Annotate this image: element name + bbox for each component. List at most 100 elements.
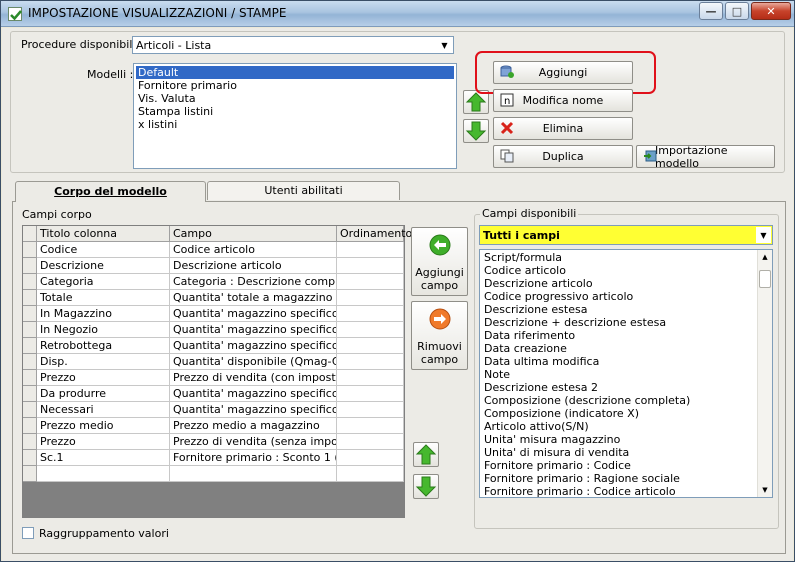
delete-model-button[interactable]: Elimina <box>493 117 633 140</box>
close-button[interactable]: ✕ <box>751 2 791 20</box>
table-cell[interactable]: Codice articolo <box>170 242 337 258</box>
list-item[interactable]: Descrizione articolo <box>482 277 595 290</box>
table-cell[interactable] <box>337 418 404 434</box>
table-cell[interactable]: Fornitore primario : Sconto 1 (pe... <box>170 450 337 466</box>
table-cell[interactable]: Necessari <box>37 402 170 418</box>
table-cell[interactable]: Categoria : Descrizione complet... <box>170 274 337 290</box>
table-cell[interactable] <box>337 306 404 322</box>
row-header[interactable] <box>23 274 37 290</box>
import-model-button[interactable]: Importazione modello <box>636 144 775 170</box>
table-cell[interactable]: Prezzo medio a magazzino <box>170 418 337 434</box>
column-header-campo[interactable]: Campo <box>170 226 337 242</box>
table-cell[interactable] <box>337 450 404 466</box>
list-item[interactable]: Unita' misura magazzino <box>482 433 622 446</box>
models-item[interactable]: Stampa listini <box>136 105 215 118</box>
chevron-down-icon[interactable]: ▼ <box>437 38 452 52</box>
maximize-button[interactable]: □ <box>725 2 749 20</box>
list-item[interactable]: Descrizione estesa <box>482 303 589 316</box>
table-cell[interactable]: Prezzo di vendita (senza imposte) <box>170 434 337 450</box>
table-cell[interactable] <box>337 354 404 370</box>
models-item[interactable]: Vis. Valuta <box>136 92 198 105</box>
table-cell[interactable]: Codice <box>37 242 170 258</box>
table-cell[interactable]: Prezzo <box>37 434 170 450</box>
table-cell[interactable]: Prezzo di vendita (con imposte) <box>170 370 337 386</box>
row-header[interactable] <box>23 434 37 450</box>
table-cell[interactable] <box>337 258 404 274</box>
table-cell[interactable]: Quantita' magazzino specifico <box>170 386 337 402</box>
row-header[interactable] <box>23 466 37 482</box>
table-cell[interactable]: Da produrre <box>37 386 170 402</box>
models-listbox[interactable]: Default Fornitore primario Vis. Valuta S… <box>133 63 457 169</box>
list-item[interactable]: Fornitore primario : Codice <box>482 459 633 472</box>
add-field-button[interactable]: Aggiungi campo <box>411 227 468 296</box>
table-cell[interactable]: Quantita' magazzino specifico <box>170 322 337 338</box>
row-header[interactable] <box>23 354 37 370</box>
campi-filter-select[interactable]: Tutti i campi ▼ <box>479 225 773 245</box>
list-item[interactable]: Data riferimento <box>482 329 577 342</box>
list-item[interactable]: Codice articolo <box>482 264 568 277</box>
raggruppamento-checkbox[interactable] <box>22 527 34 539</box>
add-model-button[interactable]: Aggiungi <box>493 61 633 84</box>
table-cell[interactable]: Totale <box>37 290 170 306</box>
list-item[interactable]: Codice progressivo articolo <box>482 290 635 303</box>
table-cell[interactable]: Descrizione <box>37 258 170 274</box>
table-cell[interactable]: Quantita' disponibile (Qmag-Qord) <box>170 354 337 370</box>
table-cell[interactable] <box>37 466 170 482</box>
table-cell[interactable] <box>337 322 404 338</box>
scroll-up-icon[interactable]: ▲ <box>759 251 771 263</box>
table-cell[interactable] <box>337 338 404 354</box>
list-item[interactable]: Composizione (descrizione completa) <box>482 394 692 407</box>
list-item[interactable]: Data ultima modifica <box>482 355 601 368</box>
row-header[interactable] <box>23 290 37 306</box>
move-model-down-button[interactable] <box>463 119 489 143</box>
row-header[interactable] <box>23 306 37 322</box>
row-header[interactable] <box>23 338 37 354</box>
campi-corpo-grid[interactable]: Titolo colonna Campo Ordinamento Codice … <box>22 225 412 518</box>
table-cell[interactable] <box>337 434 404 450</box>
scroll-thumb[interactable] <box>759 270 771 288</box>
table-cell[interactable] <box>337 466 404 482</box>
row-header[interactable] <box>23 258 37 274</box>
table-cell[interactable] <box>170 466 337 482</box>
list-item[interactable]: Descrizione estesa 2 <box>482 381 600 394</box>
table-cell[interactable] <box>337 402 404 418</box>
row-header[interactable] <box>23 322 37 338</box>
list-item[interactable]: Fornitore primario : Codice articolo <box>482 485 678 497</box>
table-cell[interactable] <box>337 290 404 306</box>
models-item[interactable]: Fornitore primario <box>136 79 239 92</box>
move-field-up-button[interactable] <box>413 442 439 467</box>
table-cell[interactable]: In Magazzino <box>37 306 170 322</box>
table-cell[interactable]: Disp. <box>37 354 170 370</box>
list-item[interactable]: Fornitore primario : Ragione sociale <box>482 472 682 485</box>
chevron-down-icon[interactable]: ▼ <box>756 227 771 243</box>
list-item[interactable]: Articolo attivo(S/N) <box>482 420 591 433</box>
duplicate-model-button[interactable]: Duplica <box>493 145 633 168</box>
column-header-ordinamento[interactable]: Ordinamento <box>337 226 412 242</box>
list-item[interactable]: Data creazione <box>482 342 569 355</box>
rename-model-button[interactable]: n Modifica nome <box>493 89 633 112</box>
table-cell[interactable]: Sc.1 <box>37 450 170 466</box>
table-cell[interactable]: Quantita' magazzino specifico <box>170 402 337 418</box>
campi-disponibili-list[interactable]: Script/formula Codice articolo Descrizio… <box>479 249 773 498</box>
table-cell[interactable]: Prezzo medio <box>37 418 170 434</box>
list-item[interactable]: Descrizione + descrizione estesa <box>482 316 668 329</box>
table-cell[interactable]: Categoria <box>37 274 170 290</box>
table-cell[interactable]: Descrizione articolo <box>170 258 337 274</box>
move-field-down-button[interactable] <box>413 474 439 499</box>
row-header[interactable] <box>23 418 37 434</box>
tab-corpo-modello[interactable]: Corpo del modello <box>15 181 206 202</box>
list-item[interactable]: Composizione (indicatore X) <box>482 407 641 420</box>
vertical-scrollbar[interactable]: ▲ ▼ <box>757 250 772 497</box>
procedure-select[interactable]: Articoli - Lista ▼ <box>132 36 454 54</box>
table-cell[interactable]: In Negozio <box>37 322 170 338</box>
list-item[interactable]: Note <box>482 368 512 381</box>
title-bar[interactable]: IMPOSTAZIONE VISUALIZZAZIONI / STAMPE — … <box>1 1 794 27</box>
table-cell[interactable]: Quantita' magazzino specifico <box>170 338 337 354</box>
column-header-titolo[interactable]: Titolo colonna <box>37 226 170 242</box>
table-cell[interactable] <box>337 386 404 402</box>
scroll-down-icon[interactable]: ▼ <box>759 484 771 496</box>
row-header[interactable] <box>23 386 37 402</box>
tab-utenti-abilitati[interactable]: Utenti abilitati <box>207 181 400 200</box>
table-cell[interactable] <box>337 274 404 290</box>
row-header[interactable] <box>23 450 37 466</box>
